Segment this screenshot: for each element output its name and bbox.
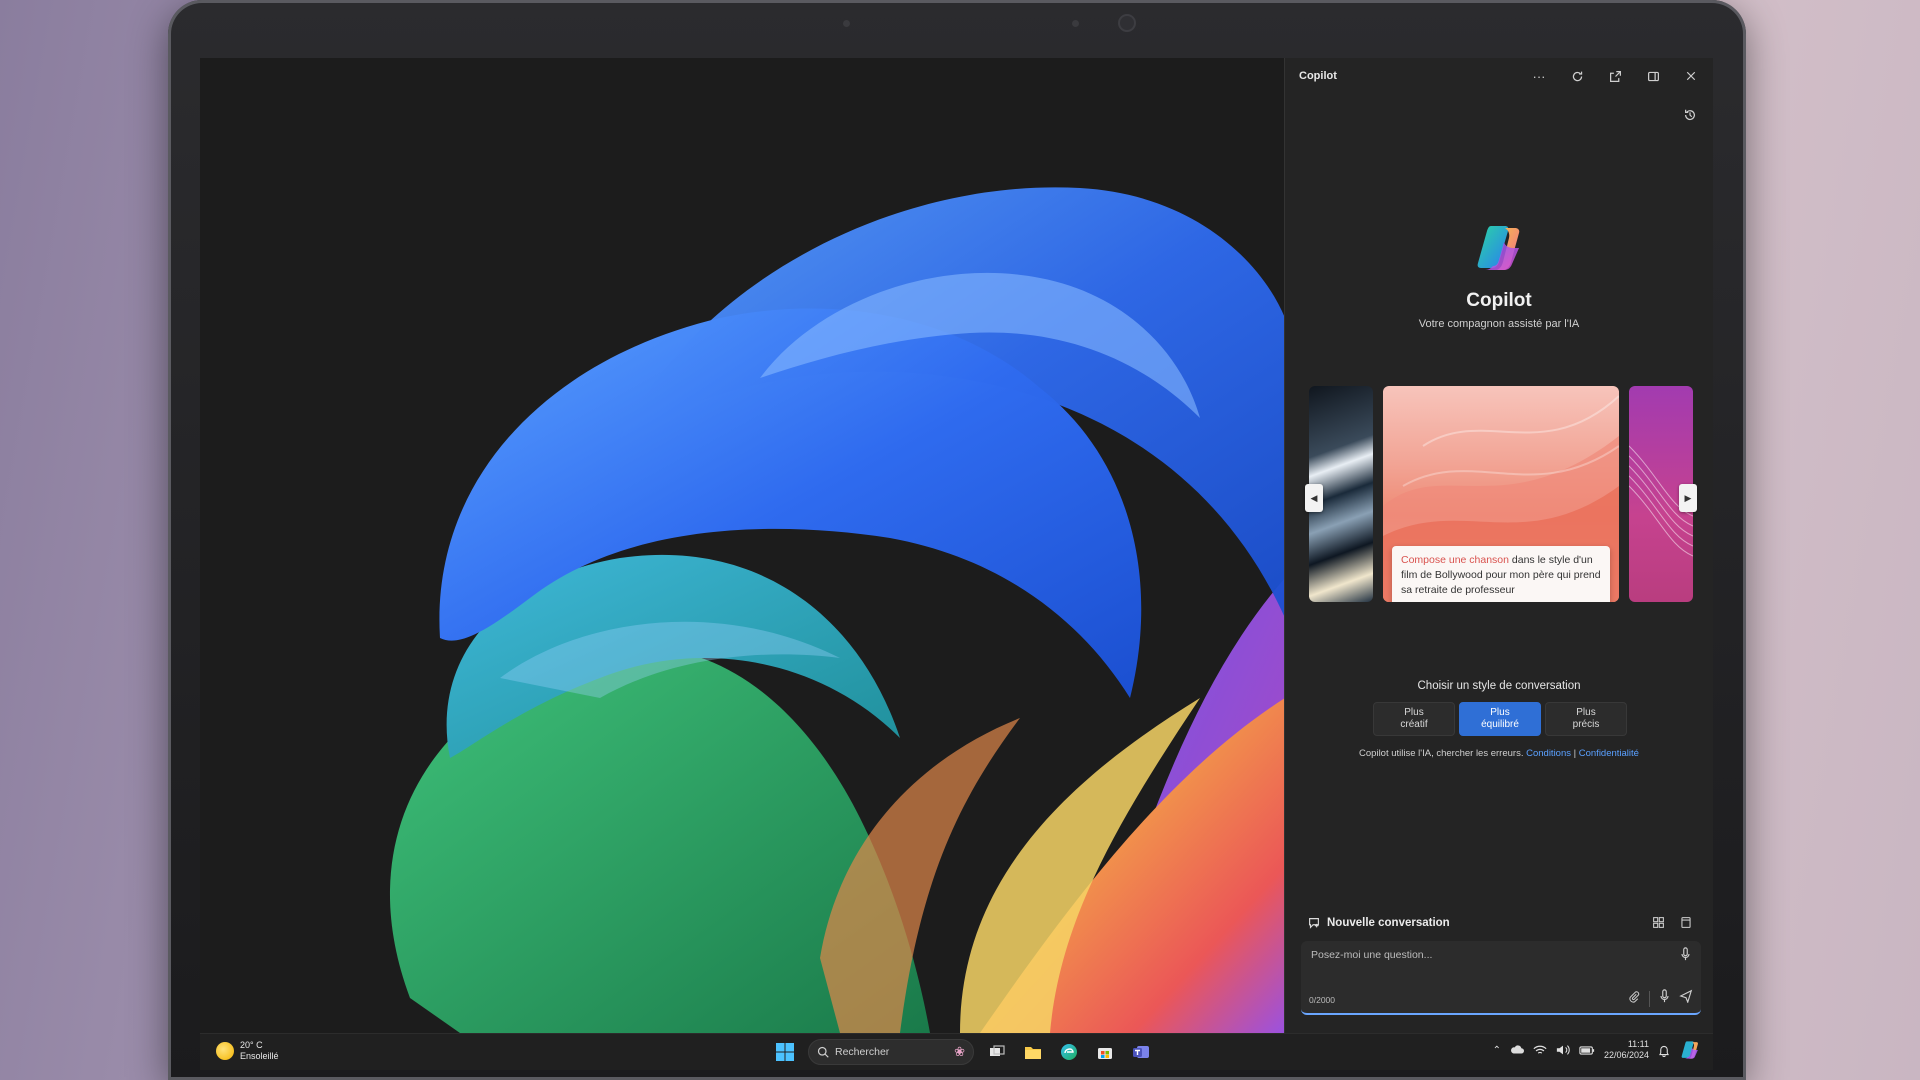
search-label: Rechercher xyxy=(835,1046,890,1058)
clock-date: 22/06/2024 xyxy=(1603,1050,1649,1060)
style-button-balanced[interactable]: Plus équilibré xyxy=(1459,702,1541,736)
character-counter: 0/2000 xyxy=(1309,995,1335,1005)
notebook-icon[interactable] xyxy=(1677,913,1695,931)
system-tray: ⌃ 11:11 22/06/2024 xyxy=(1493,1039,1701,1061)
search-highlight-icon: ❀ xyxy=(954,1044,965,1059)
copilot-panel: Copilot ··· Copilot Votre compagnon assi… xyxy=(1284,58,1713,1033)
carousel-prev-button[interactable]: ◀ xyxy=(1305,484,1323,512)
onedrive-cloud-icon[interactable] xyxy=(1510,1045,1524,1055)
prompt-highlight: Compose une chanson xyxy=(1401,554,1509,566)
composer-actions xyxy=(1649,913,1695,931)
input-tools xyxy=(1628,989,1693,1008)
ai-disclaimer: Copilot utilise l'IA, chercher les erreu… xyxy=(1285,748,1713,759)
style-label: Plus xyxy=(1490,707,1510,718)
volume-icon[interactable] xyxy=(1556,1044,1570,1056)
chat-input[interactable] xyxy=(1311,949,1611,961)
close-icon[interactable] xyxy=(1679,64,1703,88)
new-conversation-label: Nouvelle conversation xyxy=(1327,917,1450,929)
style-label: créatif xyxy=(1400,719,1428,730)
disclaimer-text: Copilot utilise l'IA, chercher les erreu… xyxy=(1359,748,1524,759)
privacy-link[interactable]: Confidentialité xyxy=(1579,748,1639,759)
more-icon[interactable]: ··· xyxy=(1527,64,1551,88)
sensor-dot xyxy=(1072,20,1079,27)
sun-icon xyxy=(216,1042,234,1060)
chat-composer: 0/2000 xyxy=(1301,941,1701,1015)
copilot-tagline: Votre compagnon assisté par l'IA xyxy=(1418,318,1580,330)
copilot-logo-icon xyxy=(1471,220,1527,276)
voice-input-icon[interactable] xyxy=(1680,947,1691,966)
tool-separator xyxy=(1649,990,1650,1007)
weather-description: Ensoleillé xyxy=(240,1051,279,1061)
attach-icon[interactable] xyxy=(1628,990,1640,1008)
file-explorer-icon[interactable] xyxy=(1020,1039,1046,1065)
suggestion-carousel: Compose une chanson dans le style d'un f… xyxy=(1305,386,1697,602)
dock-icon[interactable] xyxy=(1641,64,1665,88)
screen: Copilot ··· Copilot Votre compagnon assi… xyxy=(200,58,1713,1070)
microphone-icon[interactable] xyxy=(1659,989,1670,1008)
copilot-taskbar-icon[interactable] xyxy=(1679,1039,1701,1061)
new-conversation-button[interactable]: Nouvelle conversation xyxy=(1307,916,1450,930)
taskbar-apps: Rechercher ❀ xyxy=(772,1039,1154,1065)
desktop-wallpaper xyxy=(200,58,1285,1033)
battery-icon[interactable] xyxy=(1579,1045,1595,1055)
task-view-icon[interactable] xyxy=(984,1039,1010,1065)
weather-widget[interactable]: 20° C Ensoleillé xyxy=(216,1040,279,1062)
store-icon[interactable] xyxy=(1092,1039,1118,1065)
suggestion-prompt[interactable]: Compose une chanson dans le style d'un f… xyxy=(1392,546,1610,602)
history-icon[interactable] xyxy=(1679,104,1701,126)
link-separator: | xyxy=(1571,748,1579,759)
chevron-up-icon[interactable]: ⌃ xyxy=(1493,1045,1501,1056)
notification-bell-icon[interactable] xyxy=(1658,1044,1670,1057)
conditions-link[interactable]: Conditions xyxy=(1526,748,1571,759)
style-label: précis xyxy=(1572,719,1600,730)
suggestion-card-current[interactable]: Compose une chanson dans le style d'un f… xyxy=(1383,386,1619,602)
taskbar: 20° C Ensoleillé Rechercher ❀ ⌃ 11:11 22… xyxy=(200,1033,1713,1070)
search-icon xyxy=(817,1046,829,1058)
wifi-icon[interactable] xyxy=(1533,1045,1547,1056)
copilot-window-title: Copilot xyxy=(1299,70,1337,82)
send-icon[interactable] xyxy=(1679,989,1693,1008)
taskbar-search[interactable]: Rechercher ❀ xyxy=(808,1039,974,1065)
copilot-app-name: Copilot xyxy=(1466,290,1532,311)
refresh-icon[interactable] xyxy=(1565,64,1589,88)
weather-temperature: 20° C xyxy=(240,1040,263,1050)
clock-time: 11:11 xyxy=(1627,1039,1649,1049)
sensor-dot xyxy=(843,20,850,27)
new-chat-icon xyxy=(1309,918,1319,929)
style-label: Plus xyxy=(1404,707,1424,718)
webcam xyxy=(1120,16,1134,30)
teams-icon[interactable] xyxy=(1128,1039,1154,1065)
style-button-creative[interactable]: Plus créatif xyxy=(1373,702,1455,736)
conversation-style-selector: Plus créatif Plus équilibré Plus précis xyxy=(1373,702,1627,736)
system-clock[interactable]: 11:11 22/06/2024 xyxy=(1604,1039,1649,1061)
style-button-precise[interactable]: Plus précis xyxy=(1545,702,1627,736)
window-controls: ··· xyxy=(1527,64,1703,88)
style-label: équilibré xyxy=(1481,719,1519,730)
style-label: Plus xyxy=(1576,707,1596,718)
edge-browser-icon[interactable] xyxy=(1056,1039,1082,1065)
conversation-style-title: Choisir un style de conversation xyxy=(1417,680,1581,692)
open-external-icon[interactable] xyxy=(1603,64,1627,88)
start-windows-icon[interactable] xyxy=(772,1039,798,1065)
plugins-icon[interactable] xyxy=(1649,913,1667,931)
carousel-next-button[interactable]: ▶ xyxy=(1679,484,1697,512)
